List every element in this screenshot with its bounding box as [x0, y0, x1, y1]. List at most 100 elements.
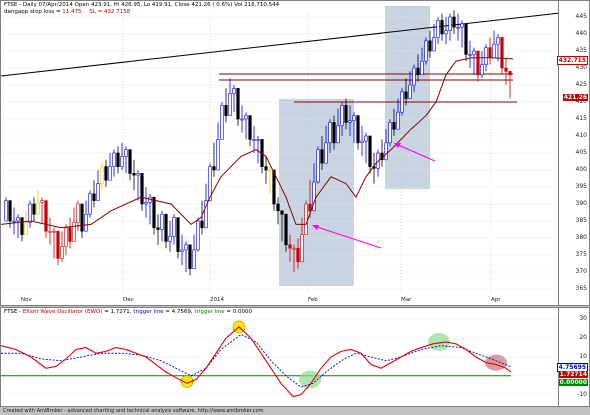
- date-label: Feb: [308, 297, 318, 303]
- candle-body: [404, 91, 408, 99]
- candle-body: [176, 217, 180, 252]
- candle-body: [472, 50, 476, 55]
- candle-body: [100, 166, 104, 184]
- date-label: 2014: [210, 297, 224, 303]
- price-tick-label: 430: [575, 64, 587, 71]
- stop-loss-tag: 432.715: [556, 56, 588, 65]
- candle-body: [20, 217, 24, 235]
- trend-line: [1, 12, 560, 77]
- candle-body: [40, 200, 44, 203]
- price-pane[interactable]: FTSE - Daily 07/Apr/2014 Open 423.91, Hi…: [0, 0, 590, 306]
- price-tick-label: 400: [575, 166, 587, 173]
- candle-body: [88, 193, 92, 215]
- chart-window: FTSE - Daily 07/Apr/2014 Open 423.91, Hi…: [0, 0, 590, 415]
- price-tick-label: 385: [575, 217, 587, 224]
- candle-body: [120, 156, 124, 167]
- candle-body: [348, 120, 352, 123]
- candle-body: [336, 125, 340, 144]
- candle-body: [416, 67, 420, 76]
- candle-body: [84, 213, 88, 232]
- candle-body: [104, 166, 108, 181]
- price-tick-label: 425: [575, 81, 587, 88]
- candle-body: [52, 230, 56, 233]
- price-tick-label: 405: [575, 149, 587, 156]
- oscillator-axis[interactable]: 3020100-10: [558, 308, 589, 406]
- candle-body: [44, 200, 48, 232]
- price-tick-label: 380: [575, 234, 587, 241]
- oscillator-pane[interactable]: FTSE - Elliott Wave Oscillator (EWO) = 1…: [0, 307, 590, 407]
- candle-body: [492, 43, 496, 59]
- price-header: FTSE - Daily 07/Apr/2014 Open 423.91, Hi…: [4, 2, 279, 8]
- candle-body: [36, 202, 40, 215]
- candle-body: [356, 115, 360, 144]
- candle-body: [332, 122, 336, 144]
- candle-body: [164, 213, 168, 242]
- candle-body: [168, 236, 172, 242]
- osc-trigger-value: = 4.7569,: [163, 309, 193, 315]
- candle-body: [124, 149, 128, 157]
- osc-tick-label: 20: [579, 334, 587, 342]
- candle-body: [128, 149, 132, 174]
- candle-body: [484, 47, 488, 65]
- osc-title: Elliott Wave Oscillator (EWO): [22, 309, 103, 315]
- candle-body: [236, 88, 240, 120]
- candle-body: [92, 193, 96, 201]
- oscillator-chart[interactable]: [1, 308, 560, 408]
- candle-body: [4, 200, 8, 222]
- candle-body: [368, 135, 372, 167]
- candle-body: [256, 139, 260, 141]
- candle-body: [408, 84, 412, 99]
- osc-trigger-value-2: = 0.0000: [224, 309, 253, 315]
- candle-body: [508, 71, 512, 76]
- osc-tick-label: 10: [579, 353, 587, 360]
- candle-body: [244, 115, 248, 120]
- candle-body: [24, 222, 28, 235]
- price-tick-label: 365: [575, 285, 587, 292]
- price-tick-label: 370: [575, 268, 587, 275]
- price-tick-label: 415: [575, 115, 587, 122]
- ewo-tag: 1.72714: [558, 371, 588, 378]
- candle-body: [196, 220, 200, 251]
- candle-body: [328, 122, 332, 144]
- candle-body: [448, 16, 452, 31]
- candle-body: [364, 135, 368, 142]
- candle-body: [56, 230, 60, 259]
- candle-body: [324, 142, 328, 164]
- candle-body: [432, 37, 436, 52]
- candle-body: [140, 173, 144, 205]
- candle-body: [504, 67, 508, 72]
- candle-body: [132, 173, 136, 176]
- candle-body: [192, 249, 196, 269]
- candle-body: [276, 203, 280, 212]
- candle-body: [268, 169, 272, 172]
- credit-text: Created with AmiBroker - advanced charti…: [3, 408, 264, 414]
- candle-body: [420, 60, 424, 76]
- candle-body: [232, 88, 236, 94]
- price-tick-label: 445: [575, 13, 587, 20]
- price-chart[interactable]: [1, 1, 560, 307]
- candle-body: [108, 166, 112, 181]
- candle-body: [60, 246, 64, 259]
- candle-body: [76, 203, 80, 224]
- candle-body: [384, 142, 388, 161]
- candle-body: [188, 244, 192, 269]
- candle-body: [220, 105, 224, 140]
- candle-body: [248, 115, 252, 140]
- candle-body: [304, 203, 308, 235]
- candle-body: [284, 213, 288, 246]
- candle-body: [12, 220, 16, 223]
- date-label: Apr: [491, 297, 501, 303]
- candle-body: [480, 64, 484, 76]
- candle-body: [496, 37, 500, 45]
- sl-label: SL: [89, 9, 96, 15]
- candle-body: [180, 249, 184, 252]
- candle-body: [452, 16, 456, 28]
- price-axis[interactable]: 445 440 435 430 425 420 415 410 405 400 395 390 385 3…: [558, 1, 589, 305]
- candle-body: [300, 234, 304, 263]
- osc-ewo-value: = 1.7271,: [102, 309, 132, 315]
- candle-body: [424, 40, 428, 62]
- oscillator-header: FTSE - Elliott Wave Oscillator (EWO) = 1…: [4, 309, 252, 315]
- osc-tick-label: -10: [577, 390, 587, 398]
- candle-body: [152, 196, 156, 229]
- candle-body: [264, 166, 268, 171]
